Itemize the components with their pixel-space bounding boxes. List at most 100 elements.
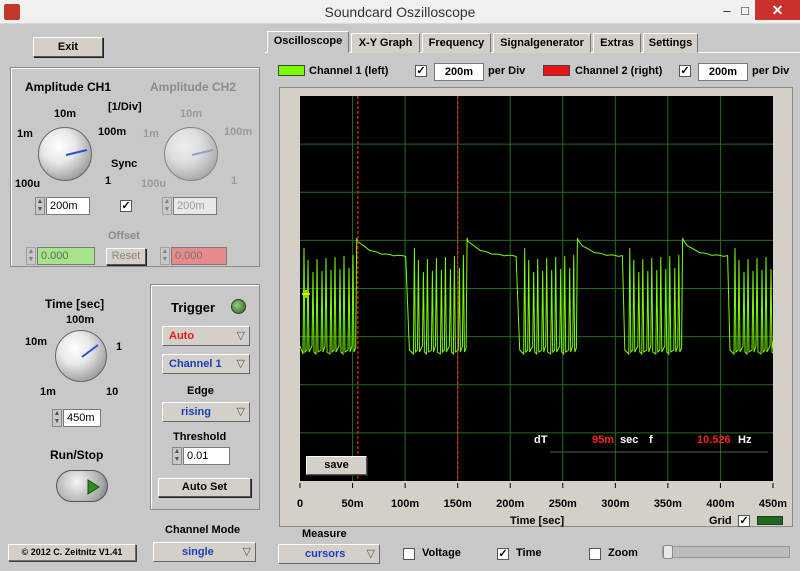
x-tick-label: 100m [391,498,419,510]
amplitude-ch1-knob[interactable] [38,127,92,181]
trigger-group [150,284,260,510]
amp2-tick-100m: 100m [224,126,253,138]
zoom-slider[interactable] [662,545,790,559]
offset-ch2-spinner[interactable]: ▲ ▼ [160,247,170,265]
threshold-spinner[interactable]: ▲ ▼ [172,447,182,465]
time-label: Time [sec] [45,297,105,311]
ch1-per-div-label: per Div [488,65,526,77]
trigger-mode-select[interactable]: Auto ▽ [162,326,250,346]
chevron-down-icon: ▽ [236,358,245,370]
ch1-amplitude-input[interactable]: 200m [46,197,90,215]
x-tick-label: 400m [706,498,734,510]
tab-xy-graph[interactable]: X-Y Graph [351,33,420,53]
sync-label: Sync [111,158,138,170]
channel-mode-value: single [182,546,214,558]
offset-ch1-input[interactable]: 0.000 [37,247,95,265]
zoom-checkbox[interactable] [589,548,601,560]
x-tick-label: 450m [759,498,787,510]
time-tick-10m: 10m [25,336,48,348]
grid-checkbox[interactable]: ✓ [738,515,750,527]
x-axis-ticks: 0 50m 100m 150m 200m 250m 300m 350m 400m 450m [297,483,787,510]
amp-tick-10m: 10m [54,108,77,120]
offset-ch1-spinner[interactable]: ▲ ▼ [26,247,36,265]
ch2-enable-checkbox[interactable]: ✓ [679,65,691,77]
x-axis-label: Time [sec] [510,515,565,527]
ch2-color-swatch[interactable] [543,65,570,76]
time-input[interactable]: 450m [63,409,101,427]
div-unit-label: [1/Div] [108,101,142,113]
amp2-tick-10m: 10m [180,108,203,120]
offset-reset-button[interactable]: Reset [106,248,146,265]
threshold-input[interactable]: 0.01 [183,447,230,465]
trigger-led-icon [231,299,246,314]
edge-value: rising [181,406,211,418]
edge-select[interactable]: rising ▽ [162,402,250,422]
dt-label: dT [534,434,548,446]
ch1-enable-checkbox[interactable]: ✓ [415,65,427,77]
scope-display[interactable] [300,96,773,481]
edge-label: Edge [187,385,214,397]
x-tick-label: 300m [601,498,629,510]
dt-value: 95m [592,434,615,446]
amp-tick-1m: 1m [17,128,33,140]
knob-pointer-icon [81,344,99,358]
voltage-checkbox[interactable] [403,548,415,560]
zoom-label: Zoom [608,547,638,559]
time-knob[interactable] [55,330,107,382]
ch1-div-input[interactable]: 200m [434,63,484,81]
amp-tick-100m: 100m [98,126,127,138]
time-tick-10: 10 [106,386,119,398]
measure-mode-select[interactable]: cursors ▽ [278,544,380,564]
run-stop-button[interactable] [56,470,108,502]
save-button[interactable]: save [306,456,367,475]
play-icon [87,479,100,495]
offset-ch2-input[interactable]: 0.000 [171,247,227,265]
channel-mode-select[interactable]: single ▽ [153,542,256,562]
chevron-down-icon: ▽ [242,546,251,558]
knob-pointer-icon [191,149,214,156]
tab-extras[interactable]: Extras [593,33,641,53]
voltage-label: Voltage [422,547,461,559]
x-tick-label: 150m [444,498,472,510]
measure-label: Measure [302,528,347,540]
ch2-per-div-label: per Div [752,65,790,77]
trigger-mode-value: Auto [169,330,195,342]
freq-value: 10.526 [697,434,731,446]
chevron-down-icon: ▽ [236,330,245,342]
run-stop-label: Run/Stop [50,448,104,462]
amp-tick-1: 1 [105,175,112,187]
freq-label: f [649,434,653,446]
ch2-amplitude-input[interactable]: 200m [173,197,217,215]
copyright-label: © 2012 C. Zeitnitz V1.41 [8,544,136,561]
ch2-div-input[interactable]: 200m [698,63,748,81]
grid-label: Grid [709,515,732,527]
x-tick-label: 250m [549,498,577,510]
tab-settings[interactable]: Settings [643,33,698,53]
time-spinner[interactable]: ▲ ▼ [52,409,62,427]
ch1-spinner[interactable]: ▲ ▼ [35,197,45,215]
trigger-channel-select[interactable]: Channel 1 ▽ [162,354,250,374]
amp2-tick-100u: 100u [141,178,167,190]
tab-signalgenerator[interactable]: Signalgenerator [493,33,591,53]
exit-button[interactable]: Exit [33,37,103,57]
auto-set-button[interactable]: Auto Set [158,478,251,497]
time-tick-100m: 100m [66,314,95,326]
slider-thumb[interactable] [663,545,673,559]
ch2-spinner[interactable]: ▲ ▼ [162,197,172,215]
time-checkbox[interactable]: ✓ [497,548,509,560]
channel-mode-label: Channel Mode [165,524,241,536]
ch1-color-swatch[interactable] [278,65,305,76]
maximize-button[interactable]: □ [735,0,755,22]
time-tick-1m: 1m [40,386,56,398]
chevron-down-icon: ▽ [236,406,245,418]
tab-oscilloscope[interactable]: Oscilloscope [267,31,349,53]
sync-checkbox[interactable]: ✓ [120,200,132,212]
grid-color-swatch[interactable] [757,516,783,525]
ch1-label: Channel 1 (left) [309,65,389,77]
amplitude-ch1-label: Amplitude CH1 [25,80,112,94]
tab-frequency[interactable]: Frequency [422,33,491,53]
chevron-down-icon: ▽ [366,548,375,560]
threshold-label: Threshold [173,431,227,443]
amplitude-ch2-knob[interactable] [164,127,218,181]
close-button[interactable]: ✕ [755,0,800,20]
